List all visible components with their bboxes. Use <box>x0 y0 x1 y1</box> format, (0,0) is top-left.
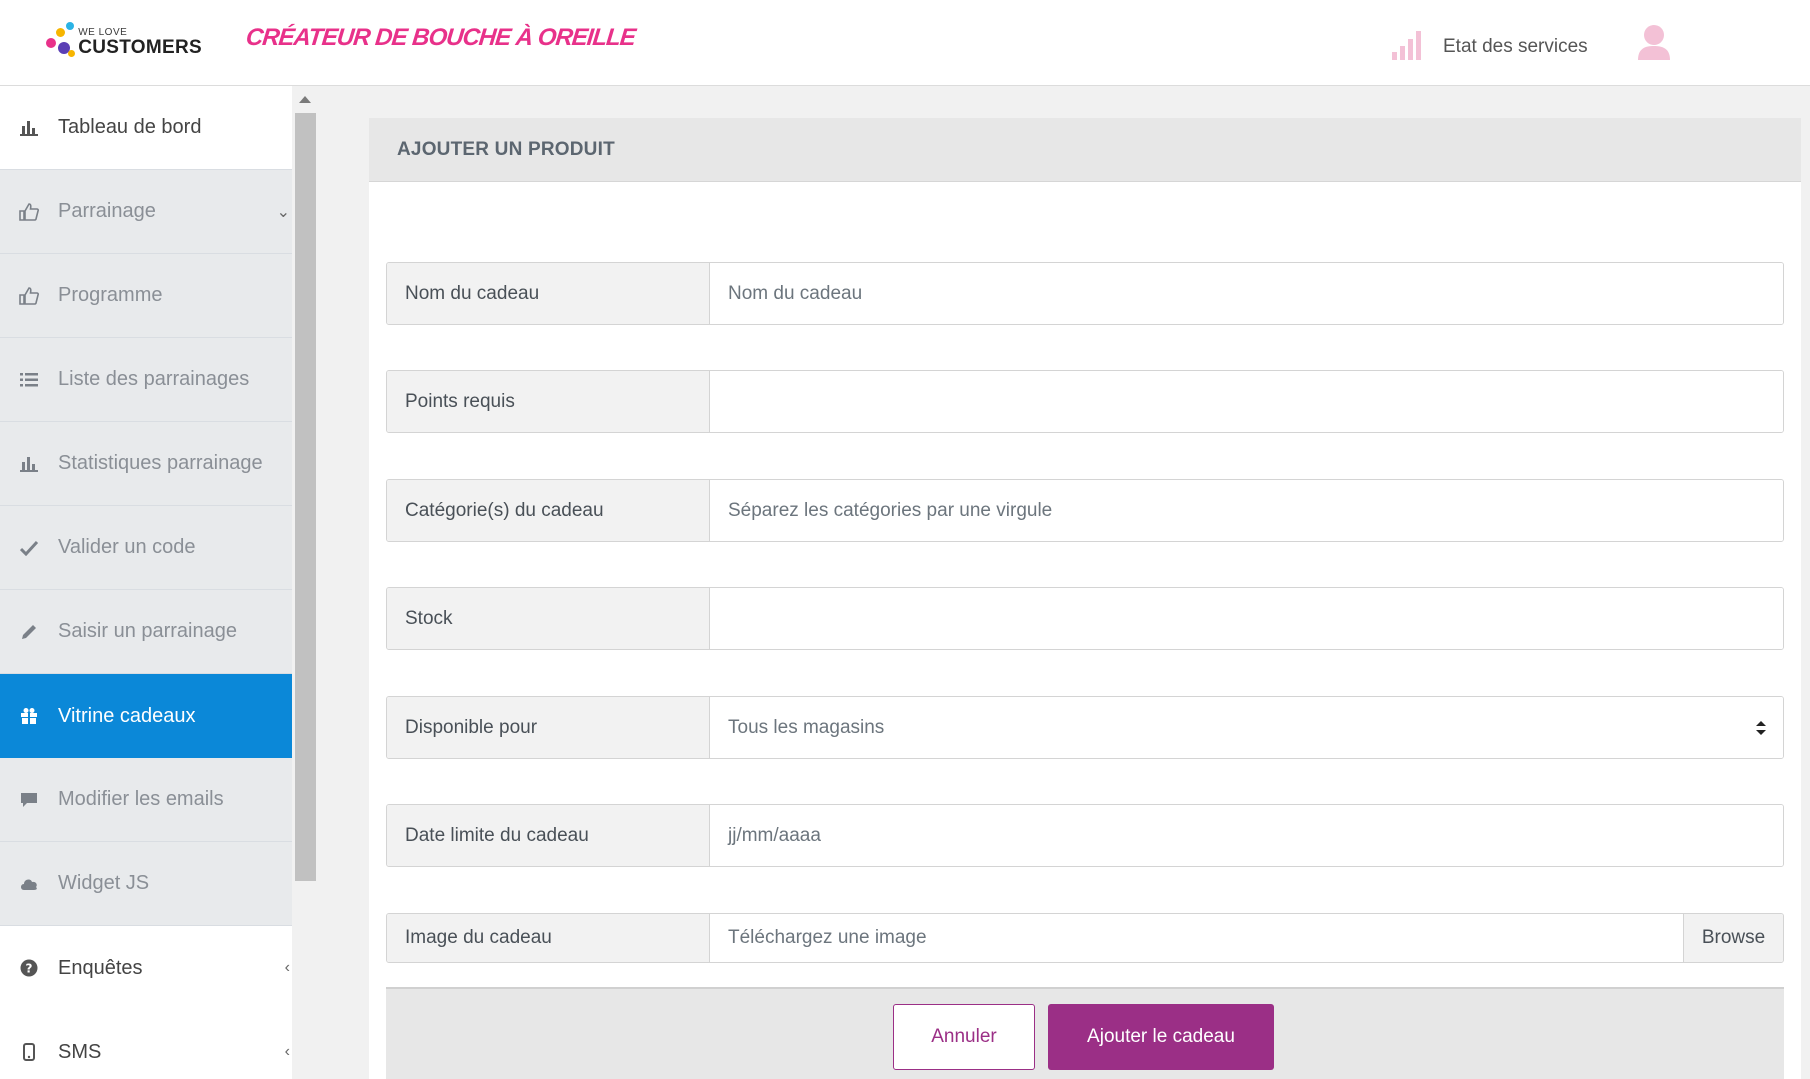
user-icon[interactable] <box>1634 22 1674 62</box>
gift-name-input[interactable]: Nom du cadeau <box>710 263 1783 324</box>
image-file-input[interactable]: Téléchargez une image <box>710 914 1683 962</box>
sidebar: Tableau de bord Parrainage ⌄ Programme L… <box>0 86 292 1079</box>
sidebar-item-label: Programme <box>58 284 163 306</box>
cloud-icon <box>18 873 40 895</box>
category-row: Catégorie(s) du cadeau Séparez les catég… <box>386 479 1784 542</box>
sidebar-item-label: Modifier les emails <box>58 788 224 810</box>
thumbs-up-icon <box>18 201 40 223</box>
stock-input[interactable] <box>710 588 1783 649</box>
sidebar-item-label: Saisir un parrainage <box>58 620 237 642</box>
sidebar-item-modifier-les-emails[interactable]: Modifier les emails <box>0 758 292 842</box>
sidebar-item-parrainage[interactable]: Parrainage ⌄ <box>0 170 292 254</box>
sidebar-item-label: Widget JS <box>58 872 150 894</box>
sidebar-item-widget-js[interactable]: Widget JS <box>0 842 292 926</box>
points-input[interactable] <box>710 371 1783 432</box>
sidebar-item-statistiques-parrainage[interactable]: Statistiques parrainage <box>0 422 292 506</box>
image-label: Image du cadeau <box>387 914 710 962</box>
sidebar-item-saisir-un-parrainage[interactable]: Saisir un parrainage <box>0 590 292 674</box>
sidebar-scrollbar[interactable] <box>293 86 318 1079</box>
availability-select[interactable]: Tous les magasins <box>710 697 1783 758</box>
sidebar-item-label: Valider un code <box>58 536 196 558</box>
select-arrows-icon <box>1756 721 1766 735</box>
bar-chart-icon <box>18 117 40 139</box>
svg-text:?: ? <box>26 962 33 976</box>
sidebar-item-label: Parrainage <box>58 200 156 222</box>
logo-text-big: CUSTOMERS <box>78 36 202 58</box>
category-input[interactable]: Séparez les catégories par une virgule <box>710 480 1783 541</box>
sidebar-item-label: Vitrine cadeaux <box>58 704 196 727</box>
panel-title: AJOUTER UN PRODUIT <box>369 118 1801 182</box>
deadline-date-input[interactable]: jj/mm/aaaa <box>710 805 1783 866</box>
availability-selected-value: Tous les magasins <box>728 716 885 738</box>
service-status-label: Etat des services <box>1443 36 1588 57</box>
sidebar-item-liste-des-parrainages[interactable]: Liste des parrainages <box>0 338 292 422</box>
logo-text-small: WE LOVE <box>78 26 128 38</box>
stock-label: Stock <box>387 588 710 649</box>
list-icon <box>18 369 40 391</box>
scroll-up-icon[interactable] <box>299 96 311 103</box>
bar-chart-icon <box>18 453 40 475</box>
stock-row: Stock <box>386 587 1784 650</box>
sidebar-item-label: Tableau de bord <box>58 116 202 138</box>
browse-button[interactable]: Browse <box>1683 914 1783 962</box>
sidebar-item-enquetes[interactable]: ? Enquêtes ‹ <box>0 926 292 1010</box>
gift-name-row: Nom du cadeau Nom du cadeau <box>386 262 1784 325</box>
comment-icon <box>18 789 40 811</box>
sidebar-item-programme[interactable]: Programme <box>0 254 292 338</box>
mobile-icon <box>18 1041 40 1063</box>
brand-tagline: CRÉATEUR DE BOUCHE À OREILLE <box>244 24 637 51</box>
sidebar-item-valider-un-code[interactable]: Valider un code <box>0 506 292 590</box>
signal-bars-icon <box>1392 30 1421 60</box>
logo-mark-icon <box>42 20 76 64</box>
top-header: WE LOVE CUSTOMERS CRÉATEUR DE BOUCHE À O… <box>0 0 1810 86</box>
chevron-left-icon: ‹ <box>284 959 290 976</box>
sidebar-item-sms[interactable]: SMS ‹ <box>0 1010 292 1079</box>
pencil-icon <box>18 621 40 643</box>
check-icon <box>18 537 40 559</box>
sidebar-item-label: Liste des parrainages <box>58 368 250 390</box>
gift-name-label: Nom du cadeau <box>387 263 710 324</box>
deadline-label: Date limite du cadeau <box>387 805 710 866</box>
thumbs-up-icon <box>18 285 40 307</box>
image-row: Image du cadeau Téléchargez une image Br… <box>386 913 1784 963</box>
form-actions: Annuler Ajouter le cadeau <box>386 987 1784 1079</box>
gift-icon <box>18 705 40 727</box>
points-row: Points requis <box>386 370 1784 433</box>
sidebar-item-label: SMS <box>58 1040 102 1063</box>
sidebar-item-tableau-de-bord[interactable]: Tableau de bord <box>0 86 292 170</box>
points-label: Points requis <box>387 371 710 432</box>
availability-row: Disponible pour Tous les magasins <box>386 696 1784 759</box>
service-status-link[interactable]: Etat des services <box>1392 24 1588 60</box>
sidebar-item-label: Statistiques parrainage <box>58 452 263 474</box>
sidebar-item-label: Enquêtes <box>58 956 143 979</box>
brand-logo[interactable]: WE LOVE CUSTOMERS <box>42 20 202 64</box>
add-product-panel: AJOUTER UN PRODUIT Nom du cadeau Nom du … <box>369 118 1801 1079</box>
scrollbar-thumb[interactable] <box>295 113 316 881</box>
chevron-down-icon: ⌄ <box>276 203 290 221</box>
category-label: Catégorie(s) du cadeau <box>387 480 710 541</box>
sidebar-item-vitrine-cadeaux[interactable]: Vitrine cadeaux <box>0 674 292 758</box>
add-gift-button[interactable]: Ajouter le cadeau <box>1048 1004 1274 1070</box>
chevron-left-icon: ‹ <box>284 1043 290 1060</box>
availability-label: Disponible pour <box>387 697 710 758</box>
deadline-row: Date limite du cadeau jj/mm/aaaa <box>386 804 1784 867</box>
question-circle-icon: ? <box>18 957 40 979</box>
cancel-button[interactable]: Annuler <box>893 1004 1035 1070</box>
